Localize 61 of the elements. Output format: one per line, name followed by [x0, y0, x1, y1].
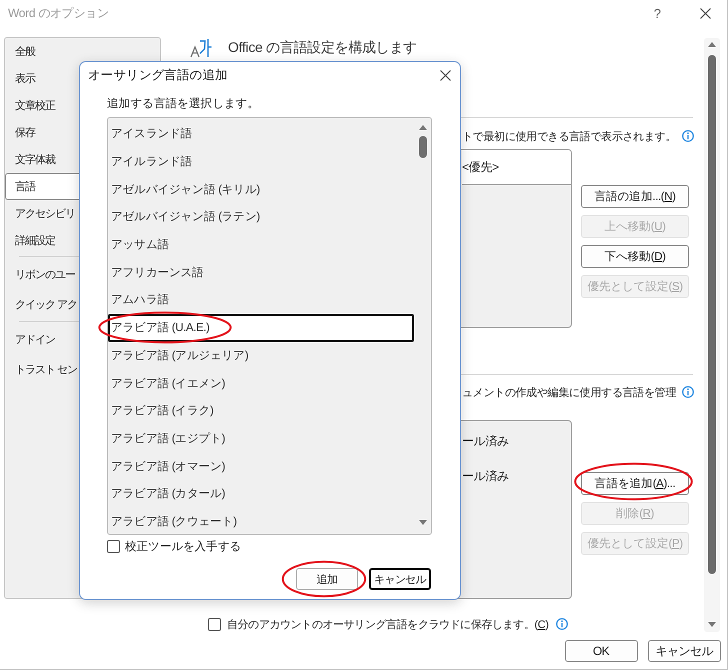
- checkbox[interactable]: [107, 540, 120, 552]
- cancel-button[interactable]: キャンセル: [648, 640, 721, 662]
- move-down-button[interactable]: 下へ移動(D): [581, 245, 689, 268]
- language-option[interactable]: アゼルバイジャン語 (ラテン): [108, 203, 414, 231]
- scrollbar[interactable]: [704, 38, 720, 632]
- ok-button[interactable]: OK: [564, 640, 638, 662]
- language-list-row[interactable]: ール済み: [462, 459, 571, 494]
- language-option[interactable]: アラビア語 (オマーン): [108, 452, 414, 480]
- sidebar-item[interactable]: 表示: [5, 65, 38, 92]
- sidebar-item[interactable]: 言語: [5, 173, 79, 200]
- checkbox[interactable]: [208, 618, 221, 630]
- page-heading: Office の言語設定を構成します: [228, 39, 417, 57]
- language-option[interactable]: アゼルバイジャン語 (キリル): [108, 175, 414, 204]
- up-arrow-icon[interactable]: [708, 42, 716, 47]
- down-arrow-icon[interactable]: [708, 622, 716, 627]
- down-arrow-icon[interactable]: [418, 520, 426, 525]
- language-option[interactable]: アラビア語 (イエメン): [108, 369, 414, 397]
- checkbox-label[interactable]: 自分のアカウントのオーサリング言語をクラウドに保存します。(C): [227, 616, 548, 632]
- sidebar-item[interactable]: クイック アク: [5, 289, 80, 319]
- sidebar-item[interactable]: アクセシビリ: [5, 200, 78, 227]
- language-option[interactable]: アムハラ語: [108, 286, 414, 314]
- scrollbar-thumb[interactable]: [708, 55, 716, 574]
- dialog-title: オーサリング言語の追加: [88, 67, 228, 84]
- language-option[interactable]: アイスランド語: [108, 120, 414, 148]
- sidebar-item[interactable]: アドイン: [5, 324, 58, 354]
- language-option[interactable]: アラビア語 (アルジェリア): [108, 342, 414, 370]
- language-option[interactable]: アラビア語 (カタール): [108, 480, 414, 508]
- add-language-button[interactable]: 言語を追加(A)...: [581, 472, 689, 495]
- sidebar-item[interactable]: 詳細設定: [5, 227, 58, 254]
- close-icon[interactable]: [700, 8, 711, 18]
- language-option[interactable]: アイルランド語: [108, 148, 414, 176]
- dialog-prompt: 追加する言語を選択します。: [107, 96, 260, 112]
- language-option[interactable]: アフリカーンス語: [108, 258, 414, 286]
- sidebar-item[interactable]: 文章校正: [5, 92, 58, 119]
- sidebar-item[interactable]: 文字体裁: [5, 146, 58, 173]
- help-button[interactable]: ?: [650, 3, 665, 23]
- sidebar-item[interactable]: 保存: [5, 119, 38, 146]
- sidebar-item[interactable]: トラスト セン: [5, 354, 80, 384]
- section-description: ュメントの作成や編集に使用する言語を管理: [462, 386, 676, 400]
- language-list-row[interactable]: <優先>: [462, 150, 571, 185]
- scrollbar-thumb[interactable]: [418, 136, 426, 158]
- info-icon: [682, 130, 694, 142]
- language-option[interactable]: アラビア語 (クウェート): [108, 508, 414, 536]
- add-language-button[interactable]: 言語の追加...(N): [581, 185, 689, 208]
- add-button[interactable]: 追加: [296, 568, 358, 590]
- cancel-button[interactable]: キャンセル: [369, 568, 431, 590]
- language-option[interactable]: アラビア語 (イラク): [108, 396, 414, 425]
- window-title: Word のオプション: [8, 4, 108, 22]
- checkbox-label[interactable]: 校正ツールを入手する: [125, 538, 242, 554]
- language-option[interactable]: アラビア語 (エジプト): [108, 424, 414, 452]
- info-icon: [682, 386, 694, 398]
- language-option[interactable]: アッサム語: [108, 230, 414, 258]
- up-arrow-icon[interactable]: [418, 125, 426, 130]
- language-list-row[interactable]: ール済み: [462, 424, 571, 459]
- language-icon: [190, 38, 212, 58]
- close-icon[interactable]: [440, 70, 451, 81]
- sidebar-item[interactable]: リボンのユー: [5, 259, 78, 289]
- section-description: トで最初に使用できる言語で表示されます。: [462, 130, 676, 144]
- sidebar-item[interactable]: 全般: [5, 38, 38, 65]
- language-option[interactable]: アラビア語 (U.A.E.): [108, 314, 414, 342]
- info-icon: [556, 618, 568, 630]
